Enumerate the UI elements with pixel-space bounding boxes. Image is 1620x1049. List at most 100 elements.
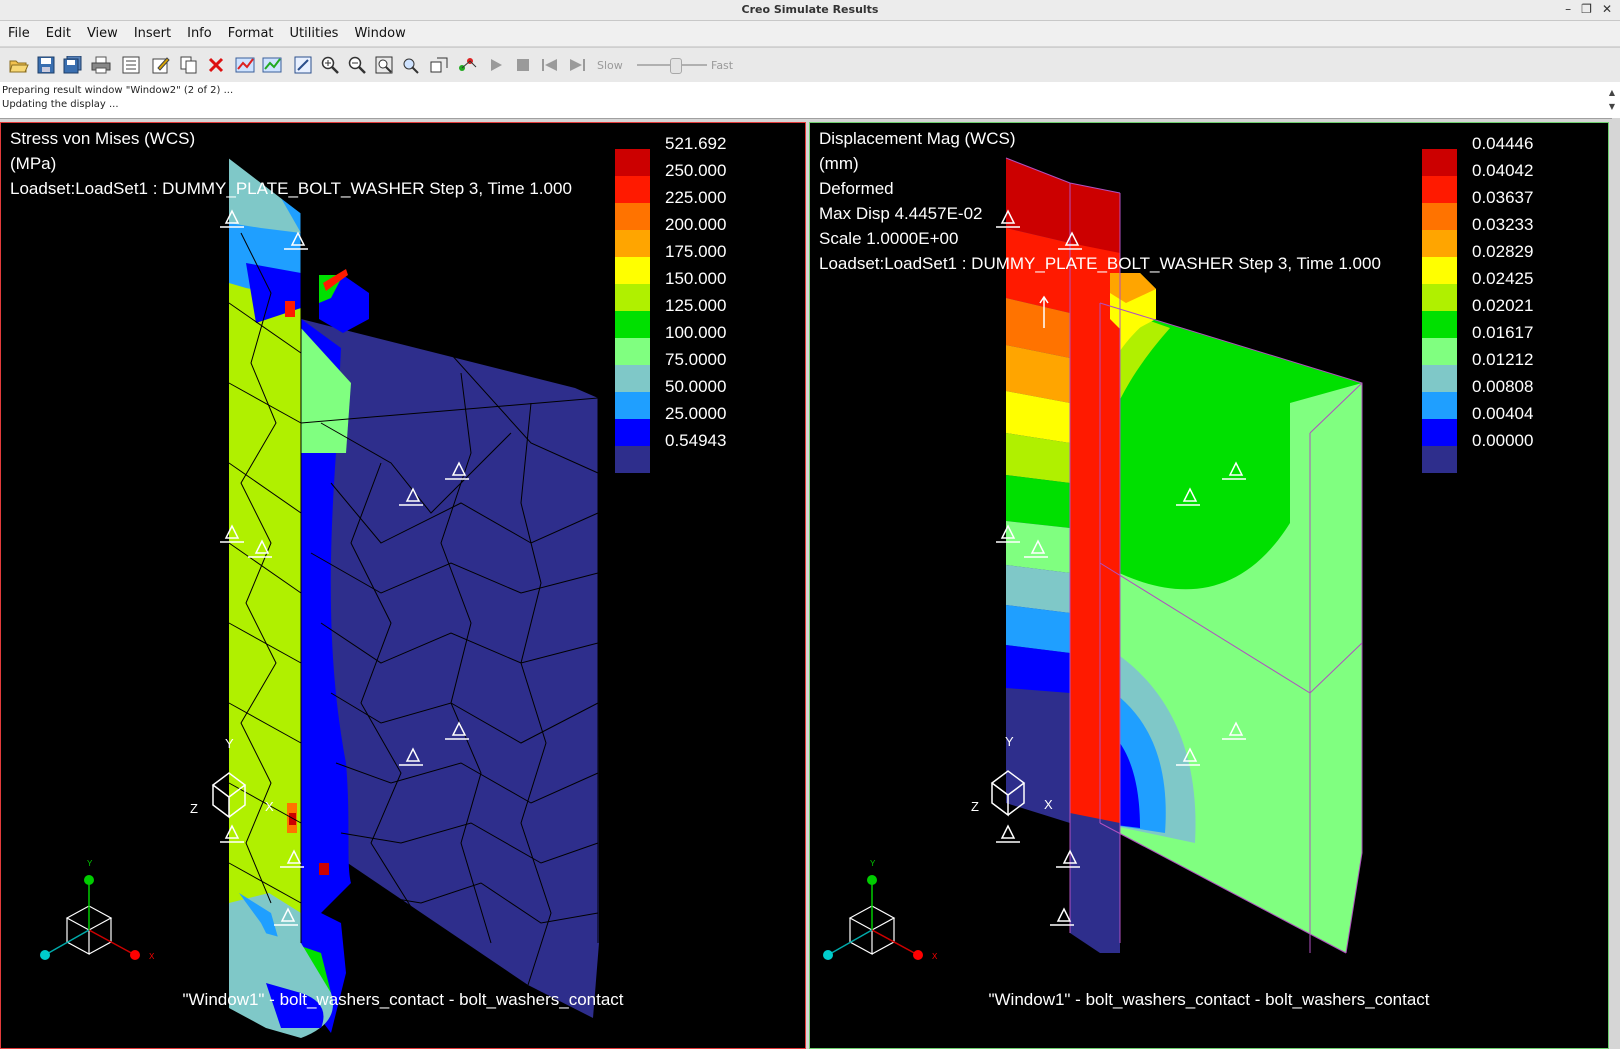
menu-bar: File Edit View Insert Info Format Utilit…: [0, 21, 1620, 46]
query-icon[interactable]: [457, 54, 479, 76]
legend-value: 521.692: [665, 134, 727, 153]
legend-value: 0.00808: [1472, 377, 1534, 396]
edit-icon[interactable]: [150, 54, 172, 76]
legend-swatch: [615, 203, 650, 230]
legend-swatch: [1422, 311, 1457, 338]
global-triad-x-label: X: [932, 952, 938, 961]
global-triad: Y X: [40, 859, 155, 961]
zoom-out-icon[interactable]: [346, 54, 368, 76]
status-line-2: Updating the display ...: [2, 99, 119, 110]
legend-swatch: [615, 257, 650, 284]
legend-swatch: [1422, 203, 1457, 230]
speed-slow-label: Slow: [597, 59, 623, 72]
message-scrollbar[interactable]: ▲ ▼: [1607, 86, 1617, 114]
right-frame-edge: [1612, 118, 1620, 1049]
legend-swatch: [1422, 176, 1457, 203]
play-icon[interactable]: [485, 54, 507, 76]
legend-value: 25.0000: [665, 404, 727, 423]
window-footer: "Window1" - bolt_washers_contact - bolt_…: [988, 990, 1430, 1009]
legend-swatch: [615, 284, 650, 311]
result-title: Stress von Mises (WCS): [10, 129, 196, 148]
menu-window[interactable]: Window: [346, 26, 413, 41]
legend-value: 0.01212: [1472, 350, 1534, 369]
view-orient-icon[interactable]: [428, 54, 450, 76]
legend-swatch: [615, 365, 650, 392]
menu-edit[interactable]: Edit: [38, 26, 79, 41]
model-triad-y-label: Y: [225, 736, 234, 751]
window-controls: – ❐ ✕: [1565, 2, 1612, 16]
menu-format[interactable]: Format: [220, 26, 282, 41]
legend-value: 200.000: [665, 215, 727, 234]
model-triad-x-label: X: [265, 799, 274, 814]
close-button[interactable]: ✕: [1602, 2, 1612, 16]
legend-value: 175.000: [665, 242, 727, 261]
stress-legend: 521.692 250.000 225.000 200.000 175.000 …: [615, 134, 795, 479]
zoom-window-icon[interactable]: [373, 54, 395, 76]
legend-value: 0.02829: [1472, 242, 1534, 261]
legend-value: 50.0000: [665, 377, 727, 396]
result-loadset: Loadset:LoadSet1 : DUMMY_PLATE_BOLT_WASH…: [10, 179, 572, 198]
legend-swatch: [1422, 365, 1457, 392]
legend-swatch: [615, 419, 650, 446]
result-deformed-label: Deformed: [819, 179, 894, 198]
restore-button[interactable]: ❐: [1581, 2, 1592, 16]
legend-value: 150.000: [665, 269, 727, 288]
title-bar: Creo Simulate Results – ❐ ✕: [0, 0, 1620, 21]
menu-insert[interactable]: Insert: [126, 26, 179, 41]
status-line-1: Preparing result window "Window2" (2 of …: [2, 85, 234, 96]
legend-value: 0.02425: [1472, 269, 1534, 288]
stop-icon[interactable]: [512, 54, 534, 76]
delete-icon[interactable]: [205, 54, 227, 76]
legend-value: 0.03637: [1472, 188, 1534, 207]
speed-fast-label: Fast: [711, 59, 734, 72]
step-icon[interactable]: [566, 54, 588, 76]
result-max-disp: Max Disp 4.4457E-02: [819, 204, 983, 223]
legend-value: 100.000: [665, 323, 727, 342]
legend-value: 0.02021: [1472, 296, 1534, 315]
legend-swatch: [1422, 284, 1457, 311]
result-window-stress[interactable]: Y Z X Y X Stress von Mises (WCS) (MPa) L…: [0, 122, 806, 1049]
minimize-button[interactable]: –: [1565, 2, 1571, 16]
global-triad-x-label: X: [149, 952, 155, 961]
legend-value: 0.01617: [1472, 323, 1534, 342]
print-icon[interactable]: [90, 54, 112, 76]
legend-swatch: [1422, 338, 1457, 365]
legend-swatch: [1422, 257, 1457, 284]
legend-swatch: [1422, 149, 1457, 176]
result-loadset: Loadset:LoadSet1 : DUMMY_PLATE_BOLT_WASH…: [819, 254, 1381, 273]
results-window-icon[interactable]: [262, 54, 284, 76]
zoom-in-icon[interactable]: [319, 54, 341, 76]
menu-file[interactable]: File: [0, 26, 38, 41]
result-title: Displacement Mag (WCS): [819, 129, 1016, 148]
model-triad-z-label: Z: [190, 801, 198, 816]
legend-value: 250.000: [665, 161, 727, 180]
global-triad-y-label: Y: [87, 859, 93, 868]
speed-slider-handle[interactable]: [670, 58, 682, 74]
legend-value: 0.03233: [1472, 215, 1534, 234]
menu-view[interactable]: View: [79, 26, 126, 41]
legend-value: 0.04446: [1472, 134, 1534, 153]
result-window-displacement[interactable]: Y Z X Y X Displacement Mag (WCS) (mm) De…: [809, 122, 1609, 1049]
legend-swatch: [1422, 419, 1457, 446]
copy-icon[interactable]: [178, 54, 200, 76]
refit-icon[interactable]: [292, 54, 314, 76]
results-icon[interactable]: [235, 54, 257, 76]
model-triad-x-label: X: [1044, 797, 1053, 812]
rewind-icon[interactable]: [539, 54, 561, 76]
legend-swatch: [1422, 446, 1457, 473]
menu-info[interactable]: Info: [179, 26, 220, 41]
message-area: Preparing result window "Window2" (2 of …: [0, 82, 1620, 119]
legend-value: 0.04042: [1472, 161, 1534, 180]
open-icon[interactable]: [8, 54, 30, 76]
legend-swatch: [615, 176, 650, 203]
result-scale: Scale 1.0000E+00: [819, 229, 959, 248]
save-all-icon[interactable]: [62, 54, 84, 76]
menu-utilities[interactable]: Utilities: [282, 26, 347, 41]
properties-icon[interactable]: [120, 54, 142, 76]
legend-value: 125.000: [665, 296, 727, 315]
legend-swatch: [1422, 230, 1457, 257]
legend-swatch: [615, 338, 650, 365]
save-icon[interactable]: [35, 54, 57, 76]
global-triad-y-label: Y: [870, 859, 876, 868]
pan-icon[interactable]: [400, 54, 422, 76]
